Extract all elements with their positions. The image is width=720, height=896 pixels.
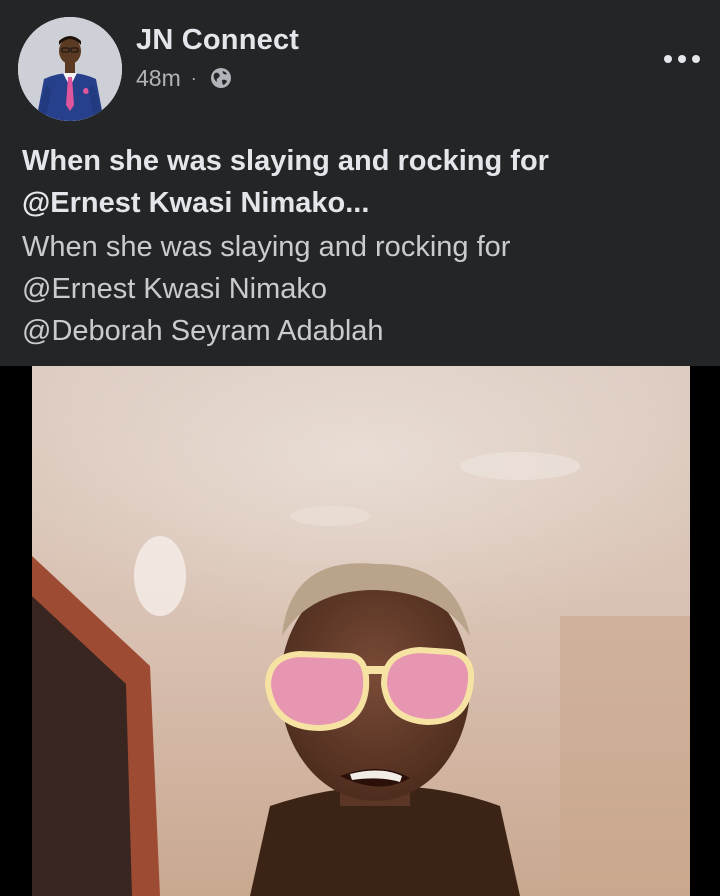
meta-separator: · bbox=[190, 67, 197, 88]
post-meta: 48m · bbox=[136, 64, 233, 92]
video-player[interactable] bbox=[0, 366, 720, 896]
avatar[interactable] bbox=[18, 17, 122, 121]
mention-link[interactable]: @Ernest Kwasi Nimako bbox=[22, 268, 702, 310]
timestamp[interactable]: 48m bbox=[136, 65, 181, 92]
post-title-line-2[interactable]: @Ernest Kwasi Nimako... bbox=[22, 182, 702, 224]
post-header: JN Connect 48m · bbox=[0, 0, 720, 130]
video-frame bbox=[0, 366, 720, 896]
page-name[interactable]: JN Connect bbox=[136, 24, 299, 57]
facebook-post: JN Connect 48m · When she was slaying an… bbox=[0, 0, 720, 896]
post-body: When she was slaying and rocking for @Er… bbox=[22, 226, 702, 352]
mention-link[interactable]: @Deborah Seyram Adablah bbox=[22, 310, 702, 352]
post-title: When she was slaying and rocking for @Er… bbox=[22, 140, 702, 224]
globe-icon bbox=[209, 66, 233, 90]
post-title-line-1: When she was slaying and rocking for bbox=[22, 145, 549, 177]
more-options-icon[interactable] bbox=[658, 44, 706, 74]
post-body-line: When she was slaying and rocking for bbox=[22, 231, 511, 263]
avatar-image bbox=[18, 17, 122, 121]
